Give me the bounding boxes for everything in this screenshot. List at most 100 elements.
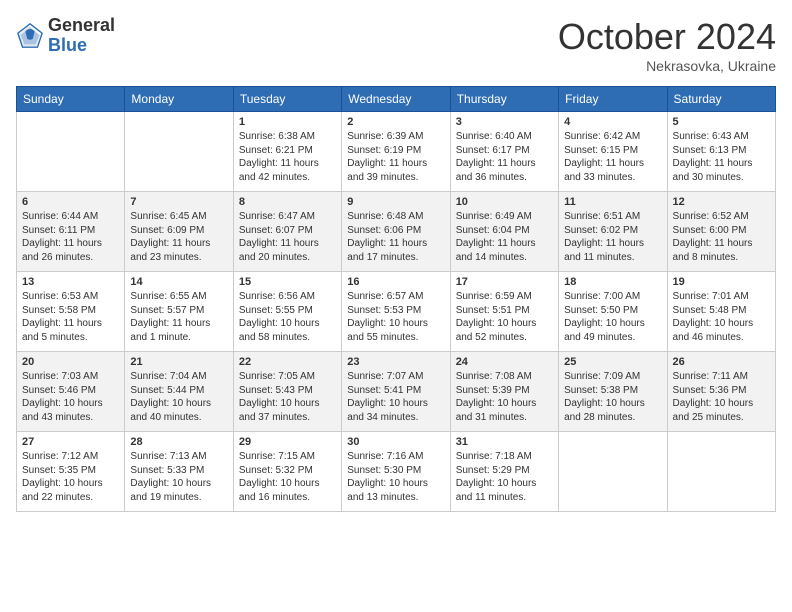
logo: General Blue	[16, 16, 115, 56]
calendar-cell: 2 Sunrise: 6:39 AM Sunset: 6:19 PM Daylig…	[342, 112, 450, 192]
cell-content: Sunrise: 7:11 AM Sunset: 5:36 PM Dayligh…	[673, 370, 770, 424]
calendar-cell: 9Sunrise: 6:48 AM Sunset: 6:06 PM Daylig…	[342, 192, 450, 272]
calendar-cell: 23 Sunrise: 7:07 AM Sunset: 5:41 PM Dayli…	[342, 352, 450, 432]
day-number: 3	[456, 116, 553, 128]
cell-content: Sunrise: 7:18 AM Sunset: 5:29 PM Dayligh…	[456, 450, 553, 504]
calendar-cell: 28Sunrise: 7:13 AM Sunset: 5:33 PM Dayli…	[125, 432, 233, 512]
calendar-cell: 20 Sunrise: 7:03 AM Sunset: 5:46 PM Dayli…	[17, 352, 125, 432]
cell-content: Sunrise: 6:55 AM Sunset: 5:57 PM Dayligh…	[130, 290, 227, 344]
calendar-cell: 7Sunrise: 6:45 AM Sunset: 6:09 PM Daylig…	[125, 192, 233, 272]
cell-content: Sunrise: 6:52 AM Sunset: 6:00 PM Dayligh…	[673, 210, 770, 264]
weekday-header: Wednesday	[342, 87, 450, 112]
day-number: 29	[239, 436, 336, 448]
cell-content: Sunrise: 7:13 AM Sunset: 5:33 PM Dayligh…	[130, 450, 227, 504]
day-number: 14	[130, 276, 227, 288]
calendar-cell: 1 Sunrise: 6:38 AM Sunset: 6:21 PM Daylig…	[233, 112, 341, 192]
cell-content: Sunrise: 6:56 AM Sunset: 5:55 PM Dayligh…	[239, 290, 336, 344]
weekday-header: Thursday	[450, 87, 558, 112]
logo-icon	[16, 22, 44, 50]
logo-general-text: General	[48, 16, 115, 36]
weekday-header: Tuesday	[233, 87, 341, 112]
calendar-week-row: 27Sunrise: 7:12 AM Sunset: 5:35 PM Dayli…	[17, 432, 776, 512]
cell-content: Sunrise: 6:47 AM Sunset: 6:07 PM Dayligh…	[239, 210, 336, 264]
day-number: 22	[239, 356, 336, 368]
calendar-cell: 12 Sunrise: 6:52 AM Sunset: 6:00 PM Dayli…	[667, 192, 775, 272]
calendar-week-row: 6Sunrise: 6:44 AM Sunset: 6:11 PM Daylig…	[17, 192, 776, 272]
cell-content: Sunrise: 7:00 AM Sunset: 5:50 PM Dayligh…	[564, 290, 661, 344]
day-number: 31	[456, 436, 553, 448]
cell-content: Sunrise: 6:51 AM Sunset: 6:02 PM Dayligh…	[564, 210, 661, 264]
day-number: 24	[456, 356, 553, 368]
calendar-cell: 8 Sunrise: 6:47 AM Sunset: 6:07 PM Daylig…	[233, 192, 341, 272]
day-number: 10	[456, 196, 553, 208]
day-number: 26	[673, 356, 770, 368]
cell-content: Sunrise: 6:44 AM Sunset: 6:11 PM Dayligh…	[22, 210, 119, 264]
day-number: 7	[130, 196, 227, 208]
calendar-cell: 5Sunrise: 6:43 AM Sunset: 6:13 PM Daylig…	[667, 112, 775, 192]
cell-content: Sunrise: 6:53 AM Sunset: 5:58 PM Dayligh…	[22, 290, 119, 344]
calendar-cell: 10 Sunrise: 6:49 AM Sunset: 6:04 PM Dayli…	[450, 192, 558, 272]
day-number: 17	[456, 276, 553, 288]
weekday-header: Sunday	[17, 87, 125, 112]
day-number: 20	[22, 356, 119, 368]
day-number: 19	[673, 276, 770, 288]
day-number: 18	[564, 276, 661, 288]
day-number: 30	[347, 436, 444, 448]
calendar-cell: 4 Sunrise: 6:42 AM Sunset: 6:15 PM Daylig…	[559, 112, 667, 192]
day-number: 2	[347, 116, 444, 128]
cell-content: Sunrise: 7:16 AM Sunset: 5:30 PM Dayligh…	[347, 450, 444, 504]
calendar-cell: 31 Sunrise: 7:18 AM Sunset: 5:29 PM Dayli…	[450, 432, 558, 512]
day-number: 9	[347, 196, 444, 208]
day-number: 5	[673, 116, 770, 128]
cell-content: Sunrise: 6:49 AM Sunset: 6:04 PM Dayligh…	[456, 210, 553, 264]
cell-content: Sunrise: 7:04 AM Sunset: 5:44 PM Dayligh…	[130, 370, 227, 424]
day-number: 12	[673, 196, 770, 208]
day-number: 25	[564, 356, 661, 368]
calendar-cell: 17 Sunrise: 6:59 AM Sunset: 5:51 PM Dayli…	[450, 272, 558, 352]
day-number: 13	[22, 276, 119, 288]
calendar-header-row: SundayMondayTuesdayWednesdayThursdayFrid…	[17, 87, 776, 112]
calendar-cell: 15Sunrise: 6:56 AM Sunset: 5:55 PM Dayli…	[233, 272, 341, 352]
calendar-cell: 22 Sunrise: 7:05 AM Sunset: 5:43 PM Dayli…	[233, 352, 341, 432]
calendar-cell: 13 Sunrise: 6:53 AM Sunset: 5:58 PM Dayli…	[17, 272, 125, 352]
cell-content: Sunrise: 7:01 AM Sunset: 5:48 PM Dayligh…	[673, 290, 770, 344]
cell-content: Sunrise: 7:03 AM Sunset: 5:46 PM Dayligh…	[22, 370, 119, 424]
calendar-week-row: 1 Sunrise: 6:38 AM Sunset: 6:21 PM Daylig…	[17, 112, 776, 192]
logo-text: General Blue	[48, 16, 115, 56]
day-number: 1	[239, 116, 336, 128]
weekday-header: Saturday	[667, 87, 775, 112]
weekday-header: Monday	[125, 87, 233, 112]
cell-content: Sunrise: 6:39 AM Sunset: 6:19 PM Dayligh…	[347, 130, 444, 184]
cell-content: Sunrise: 7:15 AM Sunset: 5:32 PM Dayligh…	[239, 450, 336, 504]
day-number: 21	[130, 356, 227, 368]
weekday-header: Friday	[559, 87, 667, 112]
calendar-cell: 16Sunrise: 6:57 AM Sunset: 5:53 PM Dayli…	[342, 272, 450, 352]
calendar-cell: 27Sunrise: 7:12 AM Sunset: 5:35 PM Dayli…	[17, 432, 125, 512]
day-number: 27	[22, 436, 119, 448]
calendar-table: SundayMondayTuesdayWednesdayThursdayFrid…	[16, 86, 776, 512]
location-text: Nekrasovka, Ukraine	[558, 58, 776, 74]
cell-content: Sunrise: 7:05 AM Sunset: 5:43 PM Dayligh…	[239, 370, 336, 424]
calendar-cell: 26 Sunrise: 7:11 AM Sunset: 5:36 PM Dayli…	[667, 352, 775, 432]
day-number: 11	[564, 196, 661, 208]
cell-content: Sunrise: 6:40 AM Sunset: 6:17 PM Dayligh…	[456, 130, 553, 184]
calendar-week-row: 13 Sunrise: 6:53 AM Sunset: 5:58 PM Dayli…	[17, 272, 776, 352]
cell-content: Sunrise: 7:09 AM Sunset: 5:38 PM Dayligh…	[564, 370, 661, 424]
cell-content: Sunrise: 6:57 AM Sunset: 5:53 PM Dayligh…	[347, 290, 444, 344]
cell-content: Sunrise: 6:42 AM Sunset: 6:15 PM Dayligh…	[564, 130, 661, 184]
day-number: 23	[347, 356, 444, 368]
title-block: October 2024 Nekrasovka, Ukraine	[558, 16, 776, 74]
cell-content: Sunrise: 6:38 AM Sunset: 6:21 PM Dayligh…	[239, 130, 336, 184]
day-number: 8	[239, 196, 336, 208]
calendar-week-row: 20 Sunrise: 7:03 AM Sunset: 5:46 PM Dayli…	[17, 352, 776, 432]
calendar-cell: 21 Sunrise: 7:04 AM Sunset: 5:44 PM Dayli…	[125, 352, 233, 432]
cell-content: Sunrise: 7:07 AM Sunset: 5:41 PM Dayligh…	[347, 370, 444, 424]
month-title: October 2024	[558, 16, 776, 58]
calendar-cell: 18 Sunrise: 7:00 AM Sunset: 5:50 PM Dayli…	[559, 272, 667, 352]
calendar-cell: 14 Sunrise: 6:55 AM Sunset: 5:57 PM Dayli…	[125, 272, 233, 352]
calendar-cell: 25 Sunrise: 7:09 AM Sunset: 5:38 PM Dayli…	[559, 352, 667, 432]
calendar-cell	[667, 432, 775, 512]
cell-content: Sunrise: 6:59 AM Sunset: 5:51 PM Dayligh…	[456, 290, 553, 344]
calendar-cell: 11 Sunrise: 6:51 AM Sunset: 6:02 PM Dayli…	[559, 192, 667, 272]
day-number: 4	[564, 116, 661, 128]
